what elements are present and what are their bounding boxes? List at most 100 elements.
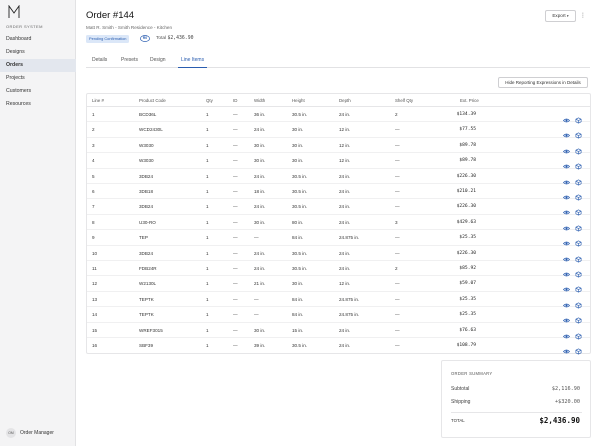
eye-icon[interactable]: [562, 111, 571, 123]
table-row[interactable]: 2 WCD2430L 1 — 24 in. 30 in. 12 in. — $77.55: [87, 122, 590, 139]
box-icon[interactable]: [575, 142, 582, 155]
box-icon[interactable]: [575, 342, 582, 355]
cell-shelf-qty: —: [395, 343, 400, 348]
box-icon[interactable]: [575, 280, 582, 293]
table-row[interactable]: 16 SBF39 1 — 39 in. 30.5 in. 24 in. — $108.79: [87, 338, 590, 355]
hide-reporting-expressions-button[interactable]: Hide Reporting Expressions in Details: [498, 77, 588, 88]
table-row[interactable]: 6 3DB18 1 — 18 in. 30.5 in. 24 in. — $210.21: [87, 184, 590, 201]
sidebar-item-designs[interactable]: Designs: [0, 46, 76, 59]
user-menu[interactable]: OM Order Manager: [6, 428, 54, 438]
tab-presets[interactable]: Presets: [121, 55, 138, 68]
page-title: Order #144: [86, 10, 135, 21]
order-subtitle: Matt R. Smith - Smith Residence - Kitche…: [86, 25, 173, 30]
cell-id: —: [233, 204, 238, 210]
cell-height: 30 in.: [292, 158, 304, 164]
subtotal-label: Subtotal: [451, 386, 470, 392]
box-icon[interactable]: [575, 111, 582, 124]
cell-ext-price: $59.07: [459, 281, 476, 287]
eye-icon[interactable]: [562, 126, 571, 138]
eye-icon[interactable]: [562, 265, 571, 277]
box-icon[interactable]: [575, 219, 582, 232]
eye-icon[interactable]: [562, 157, 571, 169]
table-row[interactable]: 13 TEPTK 1 — — 84 in. 24.875 in. — $25.35: [87, 292, 590, 309]
cell-qty: 1: [206, 235, 209, 241]
tab-design[interactable]: Design: [150, 55, 166, 68]
table-row[interactable]: 11 FDB24R 1 — 24 in. 30.5 in. 24 in. 2 $85.92: [87, 261, 590, 278]
sidebar-item-customers[interactable]: Customers: [0, 85, 76, 98]
column-header[interactable]: Ext. Price: [460, 94, 479, 107]
cell-shelf-qty: —: [395, 142, 400, 148]
box-icon[interactable]: [575, 203, 582, 216]
column-header[interactable]: Depth: [339, 94, 351, 107]
tab-line-items[interactable]: Line Items: [178, 55, 208, 68]
column-header[interactable]: Height: [292, 94, 305, 107]
cell-height: 84 in.: [292, 312, 304, 318]
table-row[interactable]: 7 3DB24 1 — 24 in. 30.5 in. 24 in. — $226.30: [87, 199, 590, 216]
column-header[interactable]: ID: [233, 94, 237, 107]
cell-id: —: [233, 173, 238, 179]
cell-ext-price: $89.78: [459, 142, 476, 148]
sidebar-item-orders[interactable]: Orders: [0, 59, 76, 72]
box-icon[interactable]: [575, 188, 582, 201]
box-icon[interactable]: [575, 234, 582, 247]
avatar: OM: [6, 428, 16, 438]
box-icon[interactable]: [575, 296, 582, 309]
cell-width: 24 in.: [254, 266, 266, 271]
table-row[interactable]: 10 3DB24 1 — 24 in. 30.5 in. 24 in. — $226.30: [87, 246, 590, 263]
box-icon[interactable]: [575, 250, 582, 263]
column-header[interactable]: Width: [254, 94, 265, 107]
sidebar-item-projects[interactable]: Projects: [0, 72, 76, 85]
eye-icon[interactable]: [562, 234, 571, 246]
cell-depth: 24 in.: [339, 343, 351, 348]
eye-icon[interactable]: [562, 250, 571, 261]
export-button[interactable]: Export ▾: [545, 10, 576, 22]
table-row[interactable]: 9 TEP 1 — — 84 in. 24.875 in. — $25.35: [87, 230, 590, 247]
table-row[interactable]: 15 WREF3015 1 — 30 in. 15 in. 24 in. — $76.63: [87, 323, 590, 340]
box-icon[interactable]: [575, 157, 582, 170]
cell-width: 30 in.: [254, 142, 266, 148]
column-header[interactable]: Qty: [206, 94, 213, 107]
eye-icon[interactable]: [562, 219, 571, 231]
cell-product-code: 3DB24: [139, 204, 154, 210]
table-row[interactable]: 4 W3030 1 — 30 in. 30 in. 12 in. — $89.78: [87, 153, 590, 170]
cell-line-number: 7: [92, 204, 95, 210]
table-row[interactable]: 3 W3030 1 — 30 in. 30 in. 12 in. — $89.78: [87, 138, 590, 155]
table-row[interactable]: 8 U30-RO 1 — 30 in. 80 in. 24 in. 3 $429.63: [87, 215, 590, 232]
more-options-button[interactable]: ⋮: [579, 10, 587, 22]
cell-depth: 24.875 in.: [339, 235, 360, 241]
box-icon[interactable]: [575, 311, 582, 324]
cell-id: —: [233, 312, 238, 318]
tab-details[interactable]: Details: [92, 55, 107, 68]
cell-qty: 1: [206, 112, 209, 117]
table-row[interactable]: 14 TEPTK 1 — — 84 in. 24.875 in. — $25.35: [87, 307, 590, 324]
column-header[interactable]: Product Code: [139, 94, 166, 107]
box-icon[interactable]: [575, 265, 582, 278]
eye-icon[interactable]: [562, 203, 571, 215]
cell-ext-price: $25.35: [459, 312, 476, 318]
eye-icon[interactable]: [562, 188, 571, 200]
cell-depth: 24 in.: [339, 250, 351, 256]
eye-icon[interactable]: [562, 142, 571, 154]
eye-icon[interactable]: [562, 173, 571, 184]
cell-shelf-qty: —: [395, 296, 400, 302]
eye-icon[interactable]: [562, 296, 571, 308]
column-header[interactable]: Shelf Qty: [395, 94, 413, 107]
table-row[interactable]: 5 3DB24 1 — 24 in. 30.5 in. 24 in. — $226.30: [87, 169, 590, 186]
table-row[interactable]: 1 BCD36L 1 — 36 in. 30.5 in. 24 in. 2 $134.39: [87, 107, 590, 124]
eye-icon[interactable]: [562, 280, 571, 292]
box-icon[interactable]: [575, 126, 582, 139]
box-icon[interactable]: [575, 173, 582, 186]
cell-width: 24 in.: [254, 127, 266, 133]
cell-line-number: 2: [92, 127, 95, 133]
eye-icon[interactable]: [562, 327, 571, 338]
box-icon[interactable]: [575, 327, 582, 340]
eye-icon[interactable]: [562, 342, 571, 354]
sidebar-item-resources[interactable]: Resources: [0, 98, 76, 111]
sidebar-item-dashboard[interactable]: Dashboard: [0, 33, 76, 46]
cell-height: 30 in.: [292, 127, 304, 133]
total-value: $2,436.90: [539, 416, 580, 425]
cell-product-code: TEP: [139, 235, 148, 241]
column-header[interactable]: Line #: [92, 94, 104, 107]
eye-icon[interactable]: [562, 311, 571, 323]
table-row[interactable]: 12 W2130L 1 — 21 in. 30 in. 12 in. — $59.07: [87, 276, 590, 293]
